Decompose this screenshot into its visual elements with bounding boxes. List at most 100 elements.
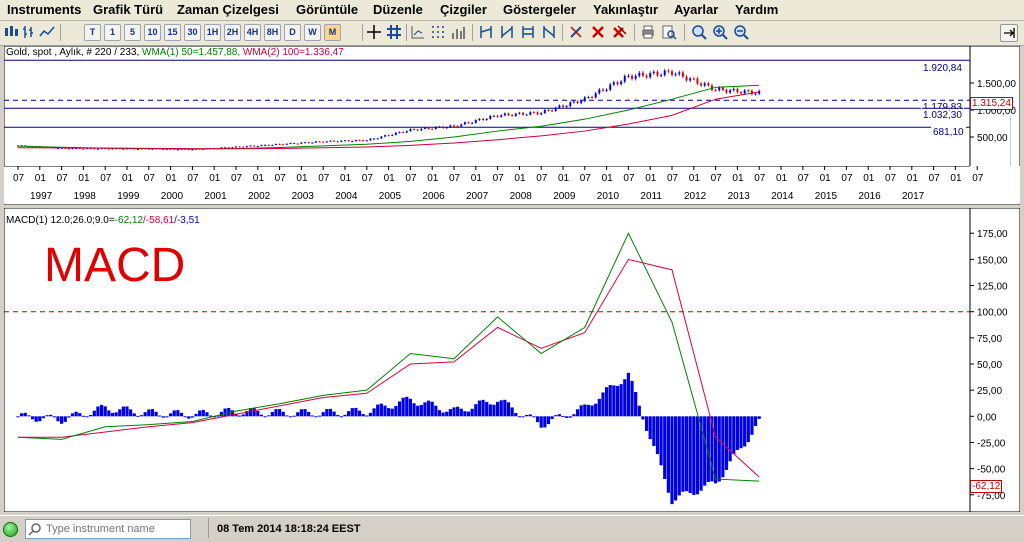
period-button-1[interactable]: 1 [104, 24, 121, 41]
zoom-fit-icon[interactable] [691, 24, 707, 40]
period-button-t[interactable]: T [84, 24, 101, 41]
price-candle [387, 135, 390, 137]
bar-chart-icon[interactable] [21, 24, 37, 40]
macd-histogram-bar [575, 409, 580, 417]
time-axis-month-label: 01 [427, 173, 439, 184]
macd-histogram-bar [677, 416, 681, 496]
macd-histogram-bar [481, 399, 485, 417]
delete-all-icon[interactable] [612, 24, 628, 40]
period-button-15[interactable]: 15 [164, 24, 181, 41]
time-axis-month-label: 07 [144, 173, 156, 184]
macd-histogram-bar [118, 409, 122, 417]
volume-icon[interactable] [450, 24, 466, 40]
menu-indicators[interactable]: Göstergeler [500, 2, 579, 17]
macd-histogram-bar [52, 416, 56, 418]
macd-histogram-bar [354, 407, 358, 417]
price-candle [474, 120, 477, 123]
draw-tool-icon[interactable] [568, 24, 584, 40]
pin-toggle-icon[interactable] [1000, 24, 1018, 42]
menu-chart-type[interactable]: Grafik Türü [90, 2, 166, 17]
macd-histogram-bar [74, 411, 78, 417]
price-candle [434, 127, 437, 129]
delete-icon[interactable] [590, 24, 606, 40]
price-candle [460, 124, 463, 127]
menu-timeframe[interactable]: Zaman Çizelgesi [174, 2, 282, 17]
grid-icon[interactable] [386, 24, 402, 40]
macd-histogram-bar [365, 415, 369, 417]
status-datetime: 08 Tem 2014 18:18:24 EEST [217, 523, 361, 535]
price-candle [543, 110, 546, 114]
macd-histogram-bar [172, 410, 176, 417]
macd-y-tick-label: 75,00 [977, 334, 1002, 345]
connection-status-icon [3, 522, 18, 537]
macd-histogram-bar [125, 406, 129, 417]
period-button-1h[interactable]: 1H [204, 24, 221, 41]
macd-histogram-bar [357, 410, 362, 417]
period-button-2h[interactable]: 2H [224, 24, 241, 41]
macd-histogram-bar [110, 412, 115, 417]
price-candle [282, 144, 285, 146]
menu-help[interactable]: Yardım [732, 2, 781, 17]
macd-histogram-bar [89, 414, 93, 417]
macd-histogram-bar [757, 416, 761, 419]
period-button-10[interactable]: 10 [144, 24, 161, 41]
menu-settings[interactable]: Ayarlar [671, 2, 721, 17]
print-icon[interactable] [640, 24, 656, 40]
macd-histogram-bar [147, 409, 151, 417]
menu-zoom[interactable]: Yakınlaştır [590, 2, 661, 17]
period-button-d[interactable]: D [284, 24, 301, 41]
macd-histogram-bar [56, 416, 60, 422]
price-candle [522, 112, 525, 115]
crosshair-icon[interactable] [366, 24, 382, 40]
candlestick-chart-icon[interactable] [3, 24, 19, 40]
price-candle [442, 126, 445, 129]
macd-panel[interactable]: 175,00 150,00 125,00 100,00 75,00 50,00 25,00 0… [4, 208, 1020, 512]
period-button-30[interactable]: 30 [184, 24, 201, 41]
last-price-box: 1.315,24 [970, 97, 1013, 110]
time-axis-month-label: 01 [384, 173, 396, 184]
gann-tool-icon[interactable] [541, 24, 557, 40]
macd-histogram-bar [452, 407, 456, 417]
period-button-4h[interactable]: 4H [244, 24, 261, 41]
menu-instruments[interactable]: Instruments [4, 2, 84, 17]
macd-histogram-bar [20, 413, 24, 417]
dotted-grid-icon[interactable] [430, 24, 446, 40]
price-candle [649, 73, 652, 78]
status-bar: 08 Tem 2014 18:18:24 EEST [0, 515, 1024, 542]
macd-histogram-bar [92, 410, 96, 417]
price-y-tick-label: 500,00 [977, 133, 1008, 144]
channel-tool-icon[interactable] [499, 24, 515, 40]
price-candle [344, 140, 346, 142]
line-chart-icon[interactable] [39, 24, 55, 40]
fibonacci-tool-icon[interactable] [520, 24, 536, 40]
macd-histogram-bar [336, 414, 340, 417]
period-button-5[interactable]: 5 [124, 24, 141, 41]
price-candle [729, 90, 732, 93]
instrument-search-box[interactable] [25, 519, 191, 539]
macd-histogram-bar [208, 415, 213, 417]
macd-histogram-bar [161, 416, 165, 418]
macd-histogram-bar [16, 416, 20, 418]
instrument-search-input[interactable] [44, 520, 190, 538]
macd-histogram-bar [238, 415, 242, 417]
zoom-out-icon[interactable] [733, 24, 749, 40]
scale-icon[interactable] [410, 24, 426, 40]
menu-view[interactable]: Görüntüle [293, 2, 361, 17]
period-button-8h[interactable]: 8H [264, 24, 281, 41]
period-button-m[interactable]: M [324, 24, 341, 41]
menu-lines[interactable]: Çizgiler [437, 2, 490, 17]
price-candle [540, 113, 543, 115]
time-axis-month-label: 07 [885, 173, 897, 184]
price-candle [249, 145, 252, 147]
period-button-w[interactable]: W [304, 24, 321, 41]
macd-histogram-bar [310, 415, 314, 417]
time-axis-month-label: 07 [623, 173, 635, 184]
macd-histogram-bar [528, 414, 532, 417]
time-axis-year-label: 2009 [553, 191, 576, 202]
price-candle [122, 148, 125, 150]
menu-edit[interactable]: Düzenle [370, 2, 426, 17]
trend-line-tool-icon[interactable] [478, 24, 494, 40]
zoom-in-icon[interactable] [712, 24, 728, 40]
print-preview-icon[interactable] [661, 24, 677, 40]
price-candle [304, 142, 307, 144]
